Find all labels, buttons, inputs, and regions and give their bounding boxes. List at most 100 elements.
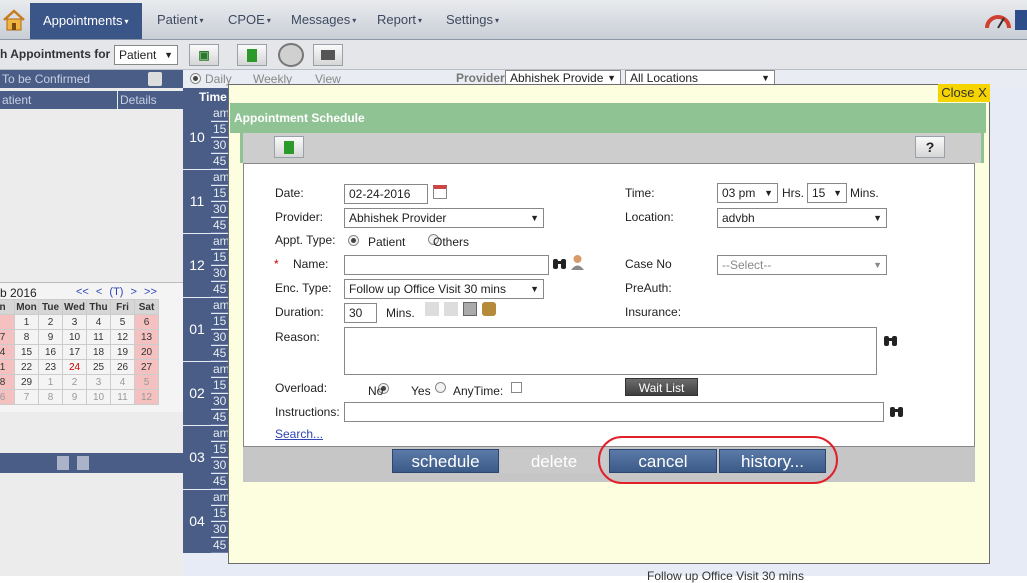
notes-icon[interactable] — [444, 302, 458, 316]
case-no-label: Case No — [625, 257, 672, 271]
wait-list-button[interactable]: Wait List — [625, 378, 698, 396]
date-input[interactable]: 02-24-2016 — [344, 184, 428, 204]
instructions-input[interactable] — [344, 402, 884, 422]
minute-slot[interactable]: 15 — [211, 314, 229, 329]
minute-slot[interactable]: 30 — [211, 330, 229, 345]
schedule-button[interactable]: schedule — [392, 449, 499, 473]
minute-slot[interactable]: 30 — [211, 202, 229, 217]
hour-label: 01 — [183, 298, 211, 361]
reason-label: Reason: — [275, 330, 320, 344]
overload-no-label: No — [368, 384, 384, 398]
month-title: b 2016 — [0, 286, 37, 300]
duration-input[interactable]: 30 — [344, 303, 377, 323]
provider-edit-icon[interactable] — [77, 456, 89, 470]
hour-label: 04 — [183, 490, 211, 553]
calendar-icon[interactable] — [433, 185, 447, 199]
minute-slot[interactable]: 15 — [211, 250, 229, 265]
nav-appointments[interactable]: Appointments ▾ — [30, 3, 142, 39]
overload-label: Overload: — [275, 381, 328, 395]
case-no-select[interactable]: --Select-- ▼ — [717, 255, 887, 275]
provider-select[interactable]: Abhishek Provider ▼ — [344, 208, 544, 228]
add-patient-icon[interactable] — [570, 254, 585, 270]
location-select[interactable]: advbh ▼ — [717, 208, 887, 228]
minute-slot[interactable]: 45 — [211, 410, 229, 425]
minute-slot[interactable]: 30 — [211, 394, 229, 409]
month-nav[interactable]: << < (T) > >> — [76, 286, 157, 298]
instructions-lookup-icon[interactable] — [889, 404, 904, 418]
bottom-appointment-text: Follow up Office Visit 30 mins — [647, 569, 804, 583]
minute-slot[interactable]: 45 — [211, 474, 229, 489]
minute-slot[interactable]: am — [211, 426, 229, 441]
scan-icon[interactable] — [463, 302, 477, 316]
minute-slot[interactable]: 15 — [211, 506, 229, 521]
minute-slot[interactable]: 15 — [211, 442, 229, 457]
provider-bar — [0, 453, 183, 473]
minute-slot[interactable]: 45 — [211, 538, 229, 553]
alert-user-icon[interactable] — [425, 302, 439, 316]
minute-slot[interactable]: am — [211, 490, 229, 505]
minute-slot[interactable]: 15 — [211, 378, 229, 393]
minute-slot[interactable]: 45 — [211, 218, 229, 233]
overload-yes-radio[interactable] — [435, 382, 447, 393]
reason-textarea[interactable] — [344, 327, 877, 375]
nav-report[interactable]: Report ▾ — [371, 5, 428, 35]
nav-messages[interactable]: Messages ▾ — [285, 5, 362, 35]
minute-slot[interactable]: 30 — [211, 522, 229, 537]
col-patient: atient — [0, 91, 117, 109]
home-icon[interactable] — [0, 3, 28, 37]
hour-label: 10 — [183, 106, 211, 169]
close-button[interactable]: Close X — [938, 84, 990, 102]
hour-label: 12 — [183, 234, 211, 297]
name-input[interactable] — [344, 255, 549, 275]
provider-label: Provider: — [275, 210, 324, 224]
minute-slot[interactable]: 45 — [211, 346, 229, 361]
provider-filter-label: Provider — [456, 71, 505, 85]
location-label: Location: — [625, 210, 674, 224]
highlight-oval — [598, 436, 838, 484]
minute-slot[interactable]: am — [211, 362, 229, 377]
minute-slot[interactable]: am — [211, 298, 229, 313]
history-clock-icon[interactable] — [278, 43, 304, 67]
binoculars-icon[interactable] — [552, 256, 567, 270]
insurance-label: Insurance: — [625, 305, 682, 319]
minute-slot[interactable]: 30 — [211, 138, 229, 153]
col-details: Details — [118, 91, 183, 109]
modal-title: Appointment Schedule — [230, 103, 986, 133]
minute-slot[interactable]: am — [211, 106, 229, 121]
new-button[interactable] — [237, 44, 267, 66]
find-button[interactable]: ▣ — [189, 44, 219, 66]
daily-radio[interactable] — [190, 73, 201, 84]
enc-type-select[interactable]: Follow up Office Visit 30 mins ▼ — [344, 279, 544, 299]
minute-slot[interactable]: am — [211, 234, 229, 249]
phone-icon[interactable] — [148, 72, 162, 86]
appt-type-others-label: Others — [433, 235, 470, 249]
dashboard-gauge-icon[interactable] — [984, 10, 1012, 30]
search-link[interactable]: Search... — [275, 427, 323, 441]
time-hour-select[interactable]: 03 pm ▼ — [717, 183, 778, 203]
nav-patient[interactable]: Patient ▾ — [151, 5, 210, 35]
search-for-select[interactable]: Patient ▼ — [114, 45, 178, 65]
time-min-select[interactable]: 15 ▼ — [807, 183, 847, 203]
date-label: Date: — [275, 186, 304, 200]
reason-lookup-icon[interactable] — [883, 333, 898, 347]
minute-slot[interactable]: 45 — [211, 282, 229, 297]
help-button[interactable]: ? — [915, 136, 945, 158]
required-mark: * — [274, 257, 279, 271]
calendar-grid[interactable]: n Mon Tue Wed Thu Fri Sat 123456 7 8 9 10 11 12 13 4… — [0, 299, 159, 405]
nav-settings[interactable]: Settings ▾ — [440, 5, 505, 35]
nav-cpoe[interactable]: CPOE ▾ — [222, 5, 277, 35]
minute-slot[interactable]: 30 — [211, 266, 229, 281]
appt-type-patient-radio[interactable] — [348, 235, 359, 246]
print-button[interactable] — [313, 44, 343, 66]
anytime-checkbox[interactable] — [511, 382, 522, 393]
minute-slot[interactable]: 45 — [211, 154, 229, 169]
reminder-icon[interactable] — [482, 302, 496, 316]
minute-slot[interactable]: 30 — [211, 458, 229, 473]
user-menu-icon[interactable] — [1015, 10, 1027, 30]
appt-type-label: Appt. Type: — [275, 233, 336, 247]
minute-slot[interactable]: 15 — [211, 186, 229, 201]
new-appointment-button[interactable] — [274, 136, 304, 158]
provider-icon[interactable] — [57, 456, 69, 470]
minute-slot[interactable]: 15 — [211, 122, 229, 137]
minute-slot[interactable]: am — [211, 170, 229, 185]
